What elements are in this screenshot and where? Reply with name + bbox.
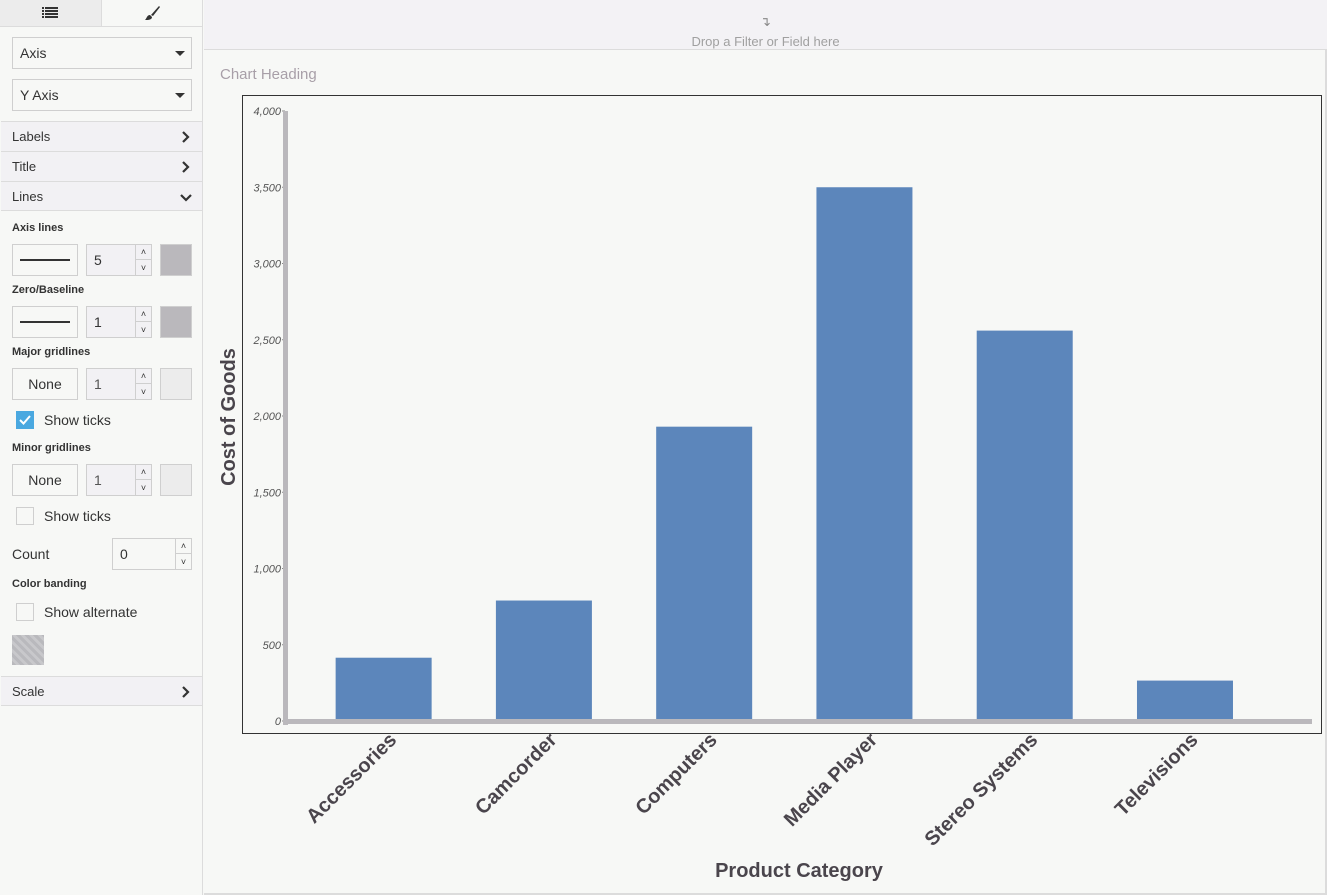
x-tick-label: Camcorder — [471, 729, 561, 819]
bar-camcorder[interactable] — [495, 600, 592, 721]
y-tick-label: 0 — [275, 716, 282, 728]
y-tick-label: 2,000 — [252, 411, 281, 423]
y-axis-line — [283, 111, 288, 725]
bar-accessories[interactable] — [335, 657, 432, 721]
x-tick-label: Accessories — [302, 729, 401, 828]
y-tick-label: 3,500 — [253, 182, 281, 194]
bar-computers[interactable] — [656, 426, 753, 721]
bar-media-player[interactable] — [816, 187, 913, 721]
x-tick-label: Stereo Systems — [921, 729, 1043, 851]
y-tick-label: 500 — [263, 640, 282, 652]
y-axis-title: Cost of Goods — [218, 348, 240, 486]
x-tick-label: Computers — [631, 729, 721, 819]
bar-televisions[interactable] — [1136, 680, 1233, 721]
x-axis-line — [283, 719, 1312, 724]
y-tick-label: 3,000 — [253, 259, 281, 271]
x-tick-label: Media Player — [780, 729, 882, 831]
y-tick-label: 4,000 — [253, 106, 281, 118]
app: Axis Y Axis Labels Title Lines Axis line… — [0, 0, 1327, 895]
bars — [335, 187, 1233, 721]
bar-chart: 05001,0001,5002,0002,5003,0003,5004,000 … — [218, 95, 1322, 882]
plot-frame — [242, 95, 1322, 734]
y-tick-label: 2,500 — [252, 335, 281, 347]
x-tick-label: Televisions — [1111, 729, 1203, 821]
y-axis-ticks: 0 500 1,000 1,500 2,000 2,500 3,000 3,500 4,000 — [252, 106, 285, 728]
x-axis-labels: Accessories Camcorder Computers Media Playe… — [302, 729, 1202, 851]
y-tick-label: 1,000 — [253, 564, 281, 576]
bar-stereo-systems[interactable] — [976, 330, 1073, 721]
x-axis-title: Product Category — [715, 860, 884, 882]
y-tick-label: 1,500 — [253, 487, 281, 499]
